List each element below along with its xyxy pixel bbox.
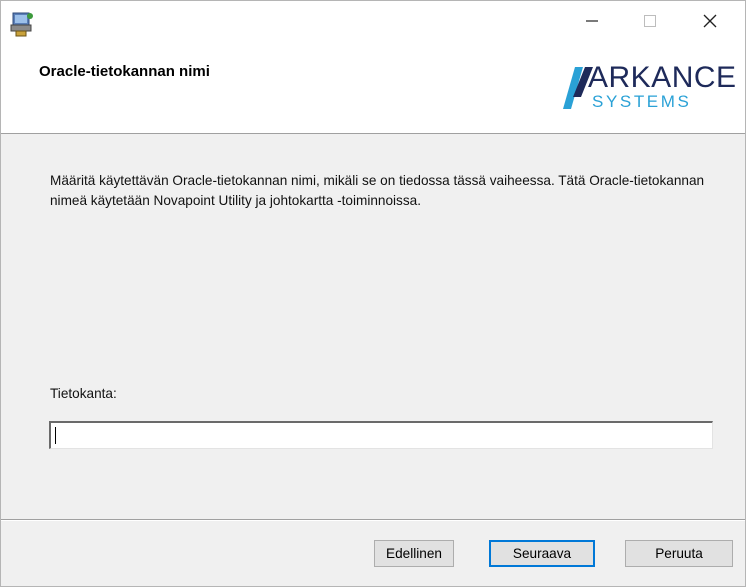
database-input-frame [49, 421, 713, 449]
text-caret [55, 427, 56, 444]
installer-package-icon [10, 12, 33, 37]
minimize-icon [586, 20, 598, 22]
minimize-button[interactable] [567, 1, 617, 41]
database-field-label: Tietokanta: [50, 386, 117, 401]
description-text: Määritä käytettävän Oracle-tietokannan n… [50, 173, 705, 208]
maximize-icon [644, 15, 656, 27]
close-icon [703, 14, 717, 28]
page-title: Oracle-tietokannan nimi [39, 63, 210, 80]
back-button[interactable]: Edellinen [374, 540, 454, 567]
next-button[interactable]: Seuraava [489, 540, 595, 567]
database-input[interactable] [51, 423, 712, 448]
logo-text-secondary: SYSTEMS [592, 92, 692, 111]
maximize-button[interactable] [625, 1, 675, 41]
installer-window: Oracle-tietokannan nimi ARKANCE SYSTEMS … [0, 0, 746, 587]
close-button[interactable] [685, 1, 735, 41]
logo-text-primary: ARKANCE [588, 61, 737, 94]
footer-divider [1, 519, 745, 521]
cancel-button[interactable]: Peruuta [625, 540, 733, 567]
arkance-logo: ARKANCE SYSTEMS [563, 61, 743, 119]
header-banner: Oracle-tietokannan nimi ARKANCE SYSTEMS [1, 1, 745, 134]
